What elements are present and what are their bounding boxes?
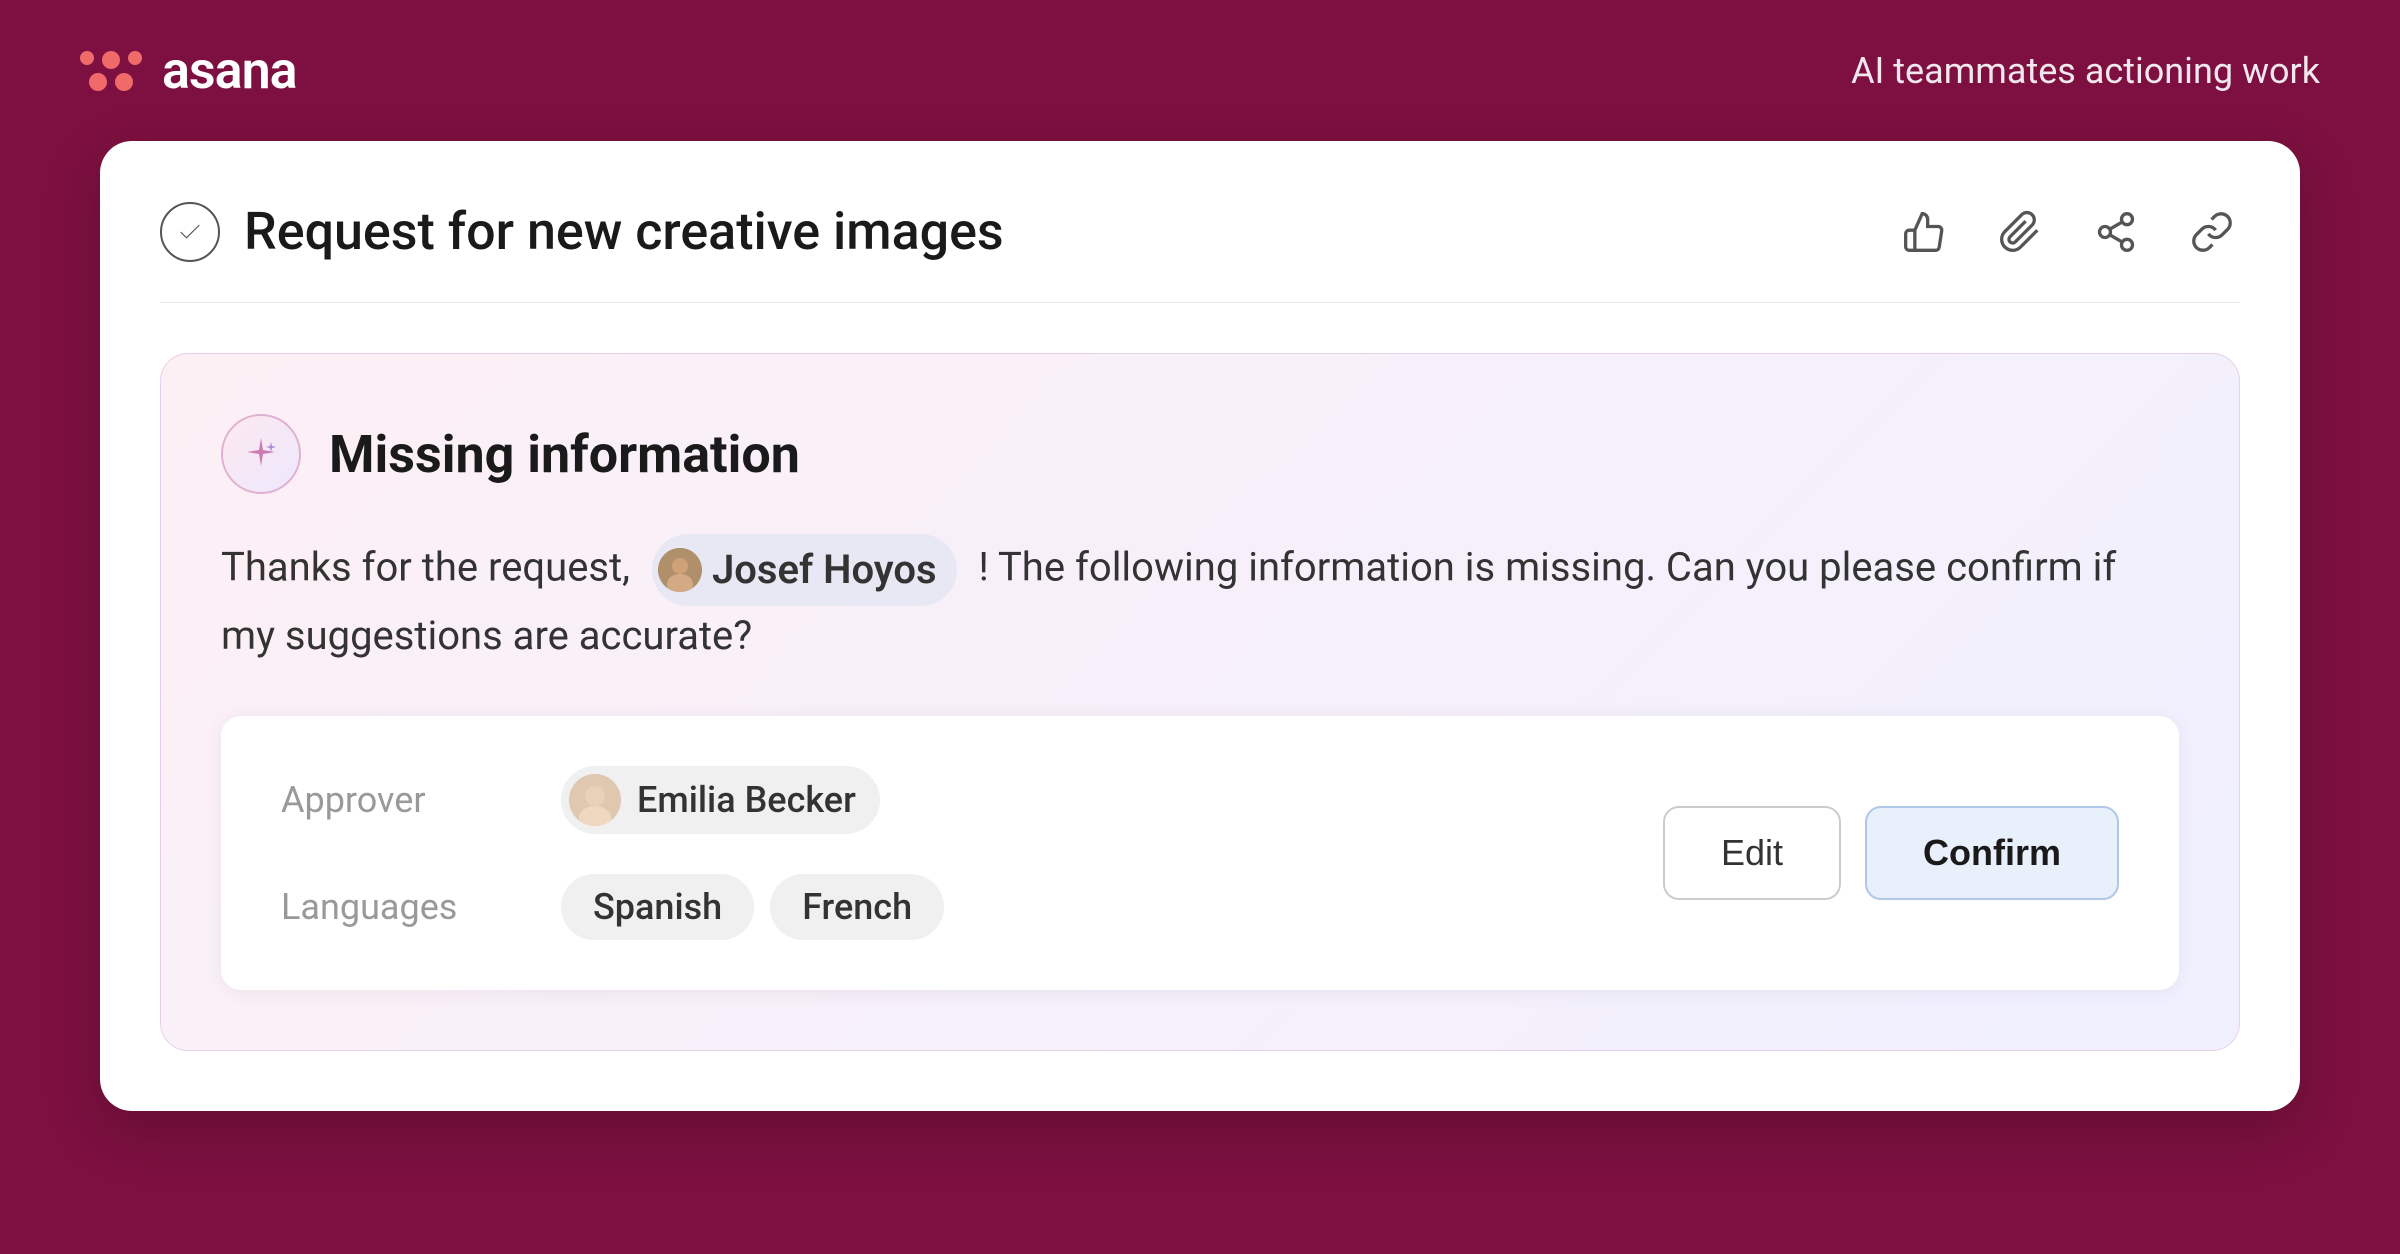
logo-text: asana	[162, 40, 297, 101]
logo: asana	[80, 40, 297, 101]
ai-card: Missing information Thanks for the reque…	[160, 353, 2240, 1051]
approver-row: Approver Emilia Becker	[281, 766, 944, 834]
link-icon	[2190, 210, 2234, 254]
checkmark-icon	[176, 218, 204, 246]
action-buttons: Edit Confirm	[1663, 806, 2119, 900]
paperclip-icon	[1998, 210, 2042, 254]
info-rows: Approver Emilia Becker	[281, 766, 944, 940]
task-title: Request for new creative images	[244, 201, 1004, 262]
ai-panel-title: Missing information	[329, 424, 800, 485]
edit-button[interactable]: Edit	[1663, 806, 1841, 900]
dot-top-left	[80, 51, 94, 65]
task-title-row: Request for new creative images	[160, 201, 1004, 262]
user-avatar-image	[658, 548, 702, 592]
share-icon	[2094, 210, 2138, 254]
languages-row: Languages Spanish French	[281, 874, 944, 940]
dot-bottom-right	[115, 73, 133, 91]
header: asana AI teammates actioning work	[0, 0, 2400, 141]
languages-label: Languages	[281, 886, 501, 928]
ai-message: Thanks for the request, Josef Hoyos ! Th…	[221, 534, 2179, 666]
task-actions	[1896, 204, 2240, 260]
asana-dots	[80, 51, 142, 91]
link-button[interactable]	[2184, 204, 2240, 260]
language-chip-spanish: Spanish	[561, 874, 754, 940]
languages-value: Spanish French	[561, 874, 944, 940]
user-avatar-josef	[658, 548, 702, 592]
thumbs-up-icon	[1902, 210, 1946, 254]
dot-top-right	[128, 51, 142, 65]
dot-top-center	[102, 51, 120, 69]
approver-chip: Emilia Becker	[561, 766, 880, 834]
approver-avatar	[569, 774, 621, 826]
thumbs-up-button[interactable]	[1896, 204, 1952, 260]
user-name: Josef Hoyos	[712, 540, 937, 600]
ai-sparkle-icon	[221, 414, 301, 494]
task-header: Request for new creative images	[160, 201, 2240, 303]
sparkle-icon	[241, 434, 281, 474]
user-chip: Josef Hoyos	[652, 534, 957, 606]
confirm-button[interactable]: Confirm	[1865, 806, 2119, 900]
dot-bottom-left	[89, 73, 107, 91]
header-tagline: AI teammates actioning work	[1851, 50, 2320, 92]
share-button[interactable]	[2088, 204, 2144, 260]
approver-name: Emilia Becker	[637, 779, 856, 821]
language-chip-french: French	[770, 874, 944, 940]
asana-logo-icon	[80, 51, 146, 91]
attachment-button[interactable]	[1992, 204, 2048, 260]
approver-label: Approver	[281, 779, 501, 821]
info-card: Approver Emilia Becker	[221, 716, 2179, 990]
confirm-button-wrapper: Confirm	[1865, 806, 2119, 900]
approver-value: Emilia Becker	[561, 766, 880, 834]
approver-avatar-image	[569, 774, 621, 826]
ai-card-header: Missing information	[221, 414, 2179, 494]
message-before: Thanks for the request,	[221, 544, 630, 591]
task-complete-icon[interactable]	[160, 202, 220, 262]
main-card: Request for new creative images	[100, 141, 2300, 1111]
